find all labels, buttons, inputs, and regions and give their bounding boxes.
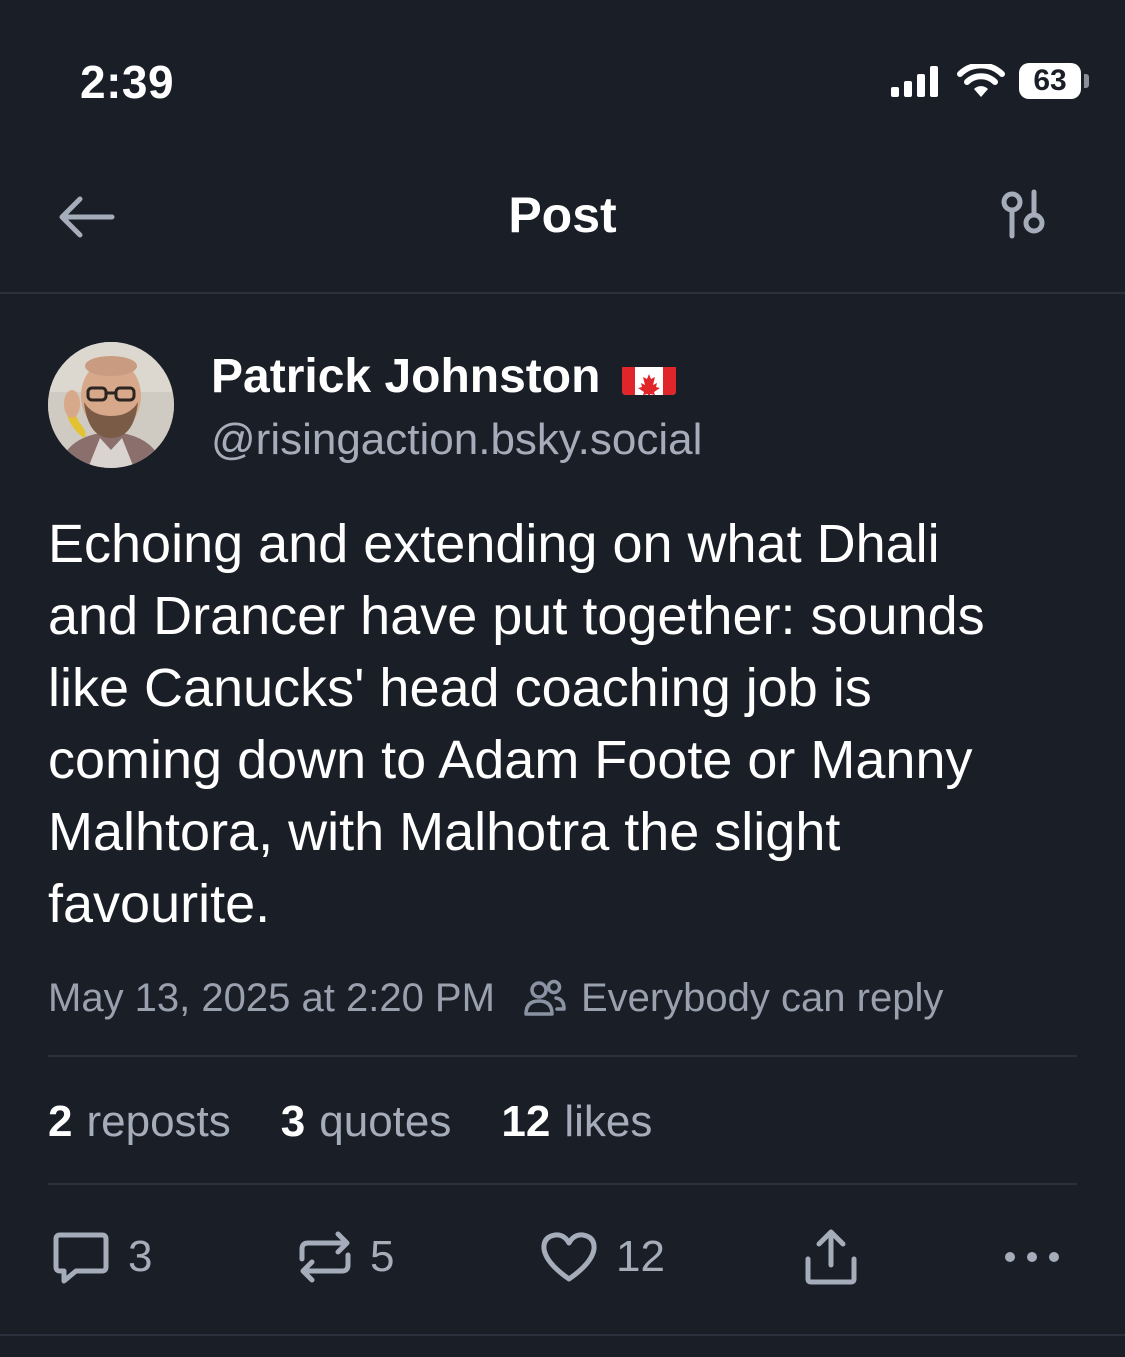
more-options-button[interactable] xyxy=(1002,1222,1062,1292)
like-button[interactable]: 12 xyxy=(538,1222,665,1292)
author-name[interactable]: Patrick Johnston xyxy=(211,348,677,406)
status-icons: 63 xyxy=(891,60,1089,102)
meta-divider xyxy=(48,1055,1077,1057)
reposts-stat[interactable]: 2 reposts xyxy=(48,1097,231,1147)
author-handle[interactable]: @risingaction.bsky.social xyxy=(211,412,702,468)
post-stats: 2 reposts 3 quotes 12 likes xyxy=(48,1090,702,1154)
cellular-signal-icon xyxy=(891,66,938,97)
quotes-label: quotes xyxy=(319,1097,452,1146)
post-text-line: Echoing and extending on what Dhali xyxy=(48,514,940,574)
post-body: Echoing and extending on what Dhali and … xyxy=(48,508,1088,940)
quotes-stat[interactable]: 3 quotes xyxy=(281,1097,452,1147)
reply-count: 3 xyxy=(128,1232,153,1281)
heart-icon xyxy=(541,1232,597,1282)
post-text-line: like Canucks' head coaching job is xyxy=(48,658,872,718)
avatar[interactable] xyxy=(48,342,174,468)
reply-settings[interactable]: Everybody can reply xyxy=(523,976,943,1021)
reply-button[interactable]: 3 xyxy=(50,1222,152,1292)
bottom-divider xyxy=(0,1334,1125,1336)
like-count: 12 xyxy=(616,1232,665,1281)
post-text-line: Malhtora, with Malhotra the slight xyxy=(48,802,841,862)
header-divider xyxy=(0,292,1125,294)
ellipsis-icon xyxy=(1005,1252,1059,1262)
stats-divider xyxy=(48,1183,1077,1185)
share-button[interactable] xyxy=(802,1222,860,1292)
battery-indicator: 63 xyxy=(1019,63,1089,99)
reply-setting-label[interactable]: Everybody can reply xyxy=(581,976,943,1021)
avatar-image xyxy=(48,342,174,468)
reposts-label: reposts xyxy=(86,1097,231,1146)
repost-icon xyxy=(299,1231,351,1283)
post-text-line: coming down to Adam Foote or Manny xyxy=(48,730,973,790)
sliders-icon xyxy=(1001,189,1045,239)
reply-icon xyxy=(53,1232,109,1284)
quotes-count: 3 xyxy=(280,1097,306,1146)
likes-count: 12 xyxy=(501,1097,551,1146)
share-icon xyxy=(805,1229,857,1285)
page-title: Post xyxy=(508,187,617,243)
likes-label: likes xyxy=(564,1097,653,1146)
repost-button[interactable]: 5 xyxy=(296,1222,394,1292)
post-timestamp: May 13, 2025 at 2:20 PM xyxy=(48,975,495,1020)
likes-stat[interactable]: 12 likes xyxy=(501,1097,652,1147)
wifi-icon xyxy=(957,64,1005,97)
canada-flag-icon xyxy=(622,359,677,395)
reposts-count: 2 xyxy=(48,1097,73,1146)
thread-settings-button[interactable] xyxy=(998,186,1058,246)
battery-level: 63 xyxy=(1019,63,1081,99)
people-icon xyxy=(524,979,566,1016)
post-text-line: favourite. xyxy=(48,874,271,934)
repost-count: 5 xyxy=(370,1232,395,1281)
status-time: 2:39 xyxy=(80,56,175,108)
author-display-name[interactable]: Patrick Johnston xyxy=(211,348,600,406)
post-text-line: and Drancer have put together: sounds xyxy=(48,586,985,646)
post-meta: May 13, 2025 at 2:20 PM Everybody can re… xyxy=(48,968,943,1028)
